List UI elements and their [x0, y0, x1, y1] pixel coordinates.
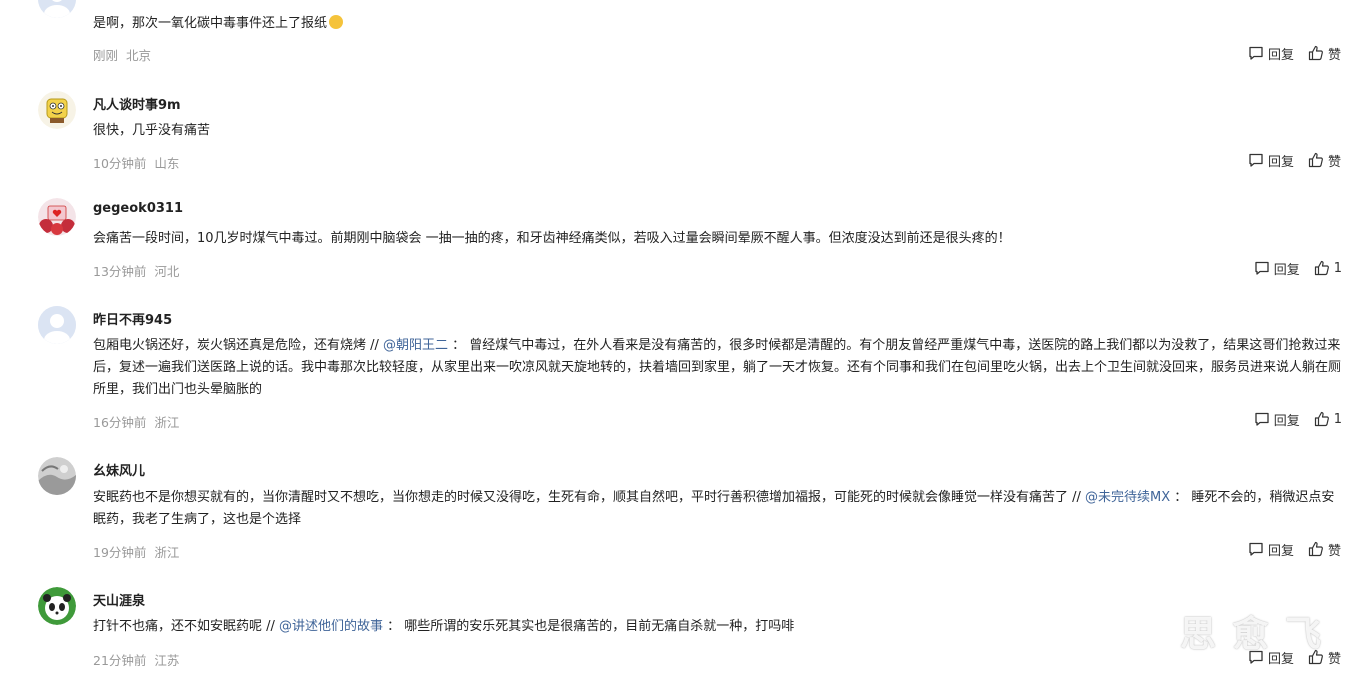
- comment-actions: 回复 1: [1254, 258, 1342, 278]
- comment-location: 浙江: [154, 415, 180, 430]
- user-avatar[interactable]: [38, 198, 76, 236]
- comment-location: 浙江: [154, 545, 180, 560]
- username[interactable]: 昨日不再945: [93, 309, 172, 328]
- like-button[interactable]: 赞: [1308, 648, 1341, 667]
- comment-bubble-icon: [1255, 412, 1269, 426]
- like-label: 赞: [1327, 651, 1341, 667]
- thumbs-up-icon: [1308, 649, 1323, 665]
- comment-time: 13分钟前: [93, 264, 147, 279]
- like-button[interactable]: 赞: [1308, 44, 1341, 63]
- comment-meta: 16分钟前 浙江: [93, 412, 179, 431]
- default-avatar-icon[interactable]: [38, 306, 76, 344]
- comment-location: 山东: [154, 156, 180, 171]
- comment-actions: 回复 赞: [1248, 539, 1341, 559]
- comment-meta: 刚刚 北京: [93, 45, 151, 64]
- like-button[interactable]: 1: [1314, 411, 1342, 427]
- comment-time: 19分钟前: [93, 545, 147, 560]
- comment-bubble-icon: [1249, 46, 1263, 60]
- comment-text: 安眠药也不是你想买就有的，当你清醒时又不想吃，当你想走的时候又没得吃，生死有命，…: [93, 490, 1335, 527]
- user-avatar[interactable]: [38, 587, 76, 625]
- comment-meta: 21分钟前 江苏: [93, 650, 179, 669]
- mention-link[interactable]: @讲述他们的故事: [279, 619, 383, 634]
- thumbs-up-icon: [1308, 541, 1323, 557]
- user-avatar[interactable]: [38, 457, 76, 495]
- username[interactable]: gegeok0311: [93, 201, 183, 216]
- comment-text: 是啊，那次一氧化碳中毒事件还上了报纸: [93, 13, 1343, 35]
- like-count: 1: [1333, 260, 1342, 276]
- mention-link[interactable]: @朝阳王二: [383, 338, 448, 353]
- comment-bubble-icon: [1249, 650, 1263, 664]
- comment-meta: 19分钟前 浙江: [93, 542, 179, 561]
- comment-time: 10分钟前: [93, 156, 147, 171]
- mention-link[interactable]: @未完待续MX: [1085, 490, 1170, 505]
- comment-location: 江苏: [154, 653, 180, 668]
- username[interactable]: 凡人谈时事9m: [93, 94, 181, 113]
- username[interactable]: 天山涯泉: [93, 590, 145, 609]
- comment-bubble-icon: [1249, 542, 1263, 556]
- comment-text: 包厢电火锅还好，炭火锅还真是危险，还有烧烤 // @朝阳王二 ： 曾经煤气中毒过…: [93, 338, 1342, 397]
- like-button[interactable]: 赞: [1308, 151, 1341, 170]
- like-button[interactable]: 1: [1314, 260, 1342, 276]
- comment-actions: 回复 1: [1254, 409, 1342, 429]
- comment-meta: 10分钟前 山东: [93, 153, 179, 172]
- username[interactable]: 幺妹风儿: [93, 460, 145, 479]
- comment-location: 北京: [126, 48, 152, 63]
- thumbs-up-icon: [1314, 411, 1329, 427]
- reply-label: 回复: [1267, 154, 1294, 170]
- comment-bubble-icon: [1255, 261, 1269, 275]
- comment-actions: 回复 赞: [1248, 43, 1341, 63]
- reply-label: 回复: [1267, 651, 1294, 667]
- reply-label: 回复: [1267, 543, 1294, 559]
- reply-button[interactable]: 回复: [1254, 410, 1300, 429]
- reply-button[interactable]: 回复: [1254, 259, 1300, 278]
- reply-label: 回复: [1273, 413, 1300, 429]
- like-button[interactable]: 赞: [1308, 540, 1341, 559]
- like-label: 赞: [1327, 543, 1341, 559]
- like-count: 1: [1333, 411, 1342, 427]
- laughing-emoji-icon: [329, 15, 344, 29]
- like-label: 赞: [1327, 154, 1341, 170]
- thumbs-up-icon: [1308, 152, 1323, 168]
- like-label: 赞: [1327, 47, 1341, 63]
- thumbs-up-icon: [1314, 260, 1329, 276]
- reply-label: 回复: [1273, 262, 1300, 278]
- comment-meta: 13分钟前 河北: [93, 261, 179, 280]
- thumbs-up-icon: [1308, 45, 1323, 61]
- comment-text: 会痛苦一段时间，10几岁时煤气中毒过。前期刚中脑袋会 一抽一抽的疼，和牙齿神经痛…: [93, 231, 1011, 246]
- reply-label: 回复: [1267, 47, 1294, 63]
- comment-text: 打针不也痛，还不如安眠药呢 // @讲述他们的故事 ： 哪些所谓的安乐死其实也是…: [93, 619, 795, 634]
- comment-location: 河北: [154, 264, 180, 279]
- reply-button[interactable]: 回复: [1248, 648, 1294, 667]
- comment-time: 16分钟前: [93, 415, 147, 430]
- comment-time: 刚刚: [93, 48, 119, 63]
- reply-button[interactable]: 回复: [1248, 151, 1294, 170]
- comment-time: 21分钟前: [93, 653, 147, 668]
- comment-bubble-icon: [1249, 153, 1263, 167]
- user-avatar[interactable]: [38, 91, 76, 129]
- default-avatar-icon[interactable]: [38, 0, 76, 18]
- reply-button[interactable]: 回复: [1248, 44, 1294, 63]
- comment-text: 很快，几乎没有痛苦: [93, 123, 211, 138]
- reply-button[interactable]: 回复: [1248, 540, 1294, 559]
- comment-actions: 回复 赞: [1248, 647, 1341, 667]
- comment-actions: 回复 赞: [1248, 150, 1341, 170]
